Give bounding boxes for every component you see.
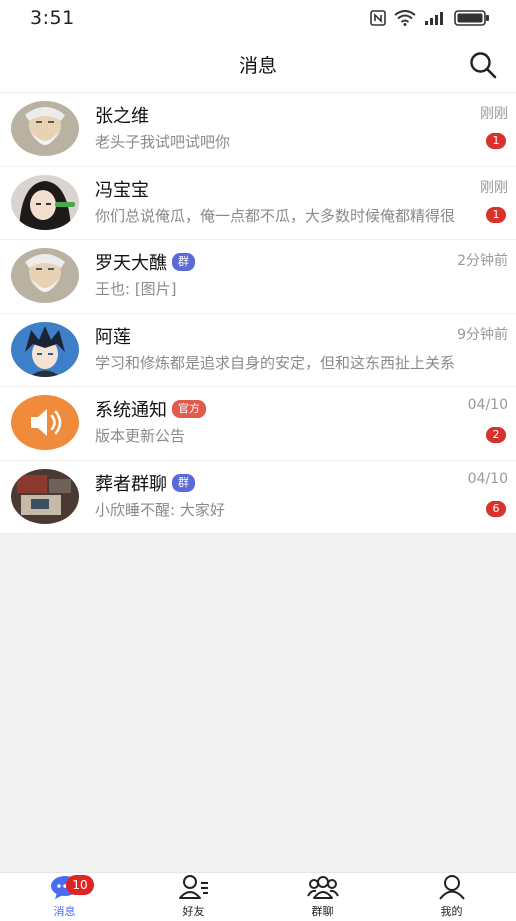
tab-profile[interactable]: 我的 bbox=[387, 873, 516, 921]
conversation-preview: 学习和修炼都是追求自身的安定，但和这东西扯上关系 bbox=[95, 353, 456, 372]
unread-badge: 1 bbox=[486, 206, 506, 223]
status-icons bbox=[370, 10, 490, 26]
tab-label: 消息 bbox=[53, 905, 76, 918]
tab-messages[interactable]: 消息 10 bbox=[0, 873, 129, 921]
conversation-time: 刚刚 bbox=[480, 106, 508, 122]
tab-label: 群聊 bbox=[311, 905, 334, 918]
conversation-item[interactable]: 冯宝宝 刚刚 你们总说俺瓜，俺一点都不瓜，大多数时候俺都精得很 1 bbox=[0, 166, 516, 240]
speaker-icon bbox=[11, 395, 79, 450]
tab-unread-badge: 10 bbox=[66, 875, 94, 895]
conversation-preview: 小欣睡不醒: 大家好 bbox=[95, 500, 225, 519]
wifi-icon bbox=[394, 10, 416, 26]
conversation-time: 2分钟前 bbox=[457, 253, 508, 269]
conversation-preview: 版本更新公告 bbox=[95, 427, 186, 445]
boy-avatar bbox=[11, 321, 79, 377]
conversation-item[interactable]: 阿莲 9分钟前 学习和修炼都是追求自身的安定，但和这东西扯上关系 bbox=[0, 313, 516, 387]
conversation-name: 罗天大醮 bbox=[95, 253, 167, 274]
conversation-name: 冯宝宝 bbox=[95, 179, 149, 201]
old-man-avatar bbox=[11, 248, 79, 303]
group-tag: 群 bbox=[172, 253, 195, 271]
conversation-preview: 王也: [图片] bbox=[95, 280, 177, 298]
signal-icon bbox=[425, 12, 443, 25]
tab-group-chat[interactable]: 群聊 bbox=[258, 873, 387, 921]
header: 消息 bbox=[0, 36, 516, 92]
conversation-name: 葬者群聊 bbox=[95, 473, 167, 495]
conversation-item[interactable]: 葬者群聊 群 04/10 小欣睡不醒: 大家好 6 bbox=[0, 460, 516, 534]
group-tag: 群 bbox=[172, 473, 195, 492]
conversation-preview: 老头子我试吧试吧你 bbox=[95, 133, 231, 151]
girl-avatar bbox=[11, 174, 79, 230]
profile-icon bbox=[438, 875, 465, 900]
search-icon bbox=[470, 52, 497, 79]
conversation-time: 刚刚 bbox=[480, 179, 508, 196]
conversation-list: 张之维 刚刚 老头子我试吧试吧你 1 冯宝宝 刚刚 你们总说俺瓜，俺一点都不瓜，… bbox=[0, 93, 516, 534]
battery-icon bbox=[454, 10, 489, 26]
conversation-item[interactable]: 系统通知 官方 04/10 版本更新公告 2 bbox=[0, 387, 516, 461]
tab-label: 好友 bbox=[182, 905, 205, 918]
status-bar: 3:51 bbox=[0, 0, 516, 36]
status-time: 3:51 bbox=[30, 7, 75, 29]
conversation-time: 04/10 bbox=[467, 470, 508, 487]
tab-bar: 消息 10 好友 群聊 我的 bbox=[0, 872, 516, 921]
tab-label: 我的 bbox=[440, 905, 463, 918]
conversation-item[interactable]: 罗天大醮 群 2分钟前 王也: [图片] bbox=[0, 240, 516, 314]
conversation-time: 04/10 bbox=[467, 397, 508, 413]
conversation-name: 系统通知 bbox=[95, 400, 167, 421]
conversation-time: 9分钟前 bbox=[457, 326, 508, 343]
unread-badge: 1 bbox=[486, 133, 506, 149]
conversation-name: 阿莲 bbox=[95, 326, 131, 348]
official-tag: 官方 bbox=[172, 400, 206, 418]
photo-avatar bbox=[11, 468, 79, 524]
friends-icon bbox=[178, 875, 208, 899]
old-man-avatar bbox=[11, 101, 79, 156]
tab-friends[interactable]: 好友 bbox=[129, 873, 258, 921]
unread-badge: 2 bbox=[486, 427, 506, 443]
unread-badge: 6 bbox=[486, 500, 506, 517]
conversation-item[interactable]: 张之维 刚刚 老头子我试吧试吧你 1 bbox=[0, 93, 516, 167]
nfc-icon bbox=[370, 10, 386, 26]
page-title: 消息 bbox=[238, 54, 277, 77]
conversation-preview: 你们总说俺瓜，俺一点都不瓜，大多数时候俺都精得很 bbox=[95, 206, 456, 225]
search-button[interactable] bbox=[468, 50, 498, 80]
group-chat-icon bbox=[306, 876, 339, 899]
conversation-name: 张之维 bbox=[95, 106, 149, 127]
